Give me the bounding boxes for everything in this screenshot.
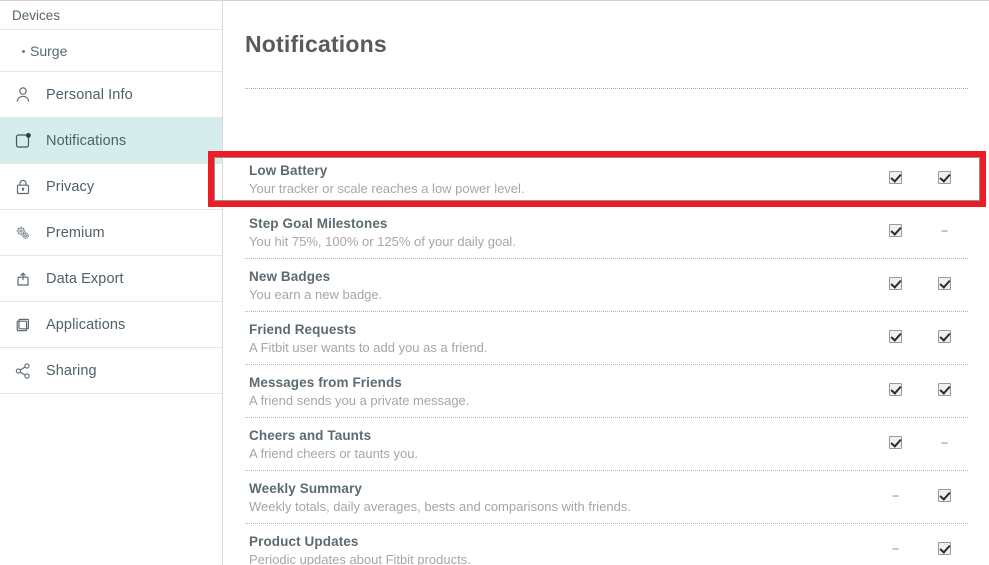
notification-title: Friend Requests xyxy=(249,322,357,337)
cell-mobile xyxy=(875,222,915,240)
cell-email xyxy=(924,381,964,399)
share-nodes-icon xyxy=(0,361,46,381)
title-divider xyxy=(245,88,968,89)
checkbox-mobile[interactable] xyxy=(888,277,902,291)
sidebar-empty-space xyxy=(0,394,222,565)
sidebar-item-label: Personal Info xyxy=(46,86,133,103)
notification-title: Messages from Friends xyxy=(249,375,402,390)
checkbox-mobile[interactable] xyxy=(888,224,902,238)
notification-description: Your tracker or scale reaches a low powe… xyxy=(249,181,525,196)
cell-mobile: -- xyxy=(875,540,915,558)
notification-rows: Low Battery Your tracker or scale reaches… xyxy=(245,153,968,565)
sidebar-item-data-export[interactable]: Data Export xyxy=(0,256,222,302)
sidebar-item-applications[interactable]: Applications xyxy=(0,302,222,348)
checkbox-mobile[interactable] xyxy=(888,383,902,397)
cell-email xyxy=(924,169,964,187)
cell-mobile xyxy=(875,381,915,399)
table-row: Cheers and Taunts A friend cheers or taun… xyxy=(245,418,968,471)
notification-description: You earn a new badge. xyxy=(249,287,383,302)
bullet-icon xyxy=(22,49,25,53)
cell-email xyxy=(924,328,964,346)
settings-sidebar: Devices Surge Personal Info Notification… xyxy=(0,1,223,565)
not-available-dash: -- xyxy=(941,223,948,238)
checkbox-mobile[interactable] xyxy=(888,171,902,185)
sidebar-item-label: Applications xyxy=(46,316,126,333)
column-headers: Mobile Email xyxy=(864,104,989,144)
settings-page: Devices Surge Personal Info Notification… xyxy=(0,0,989,565)
cell-mobile xyxy=(875,169,915,187)
cell-email xyxy=(924,487,964,505)
notification-title: Low Battery xyxy=(249,163,328,178)
sidebar-section-label: Devices xyxy=(12,7,61,23)
sidebar-item-label: Sharing xyxy=(46,362,97,379)
notification-description: A friend cheers or taunts you. xyxy=(249,446,419,461)
sidebar-item-privacy[interactable]: Privacy xyxy=(0,164,222,210)
cell-mobile xyxy=(875,275,915,293)
checkbox-email[interactable] xyxy=(937,277,951,291)
notification-description: Periodic updates about Fitbit products. xyxy=(249,552,471,565)
checkbox-email[interactable] xyxy=(937,171,951,185)
checkbox-email[interactable] xyxy=(937,542,951,556)
table-row: Friend Requests A Fitbit user wants to ad… xyxy=(245,312,968,365)
notification-square-icon xyxy=(0,131,46,151)
notification-description: A friend sends you a private message. xyxy=(249,393,470,408)
table-row: Weekly Summary Weekly totals, daily avera… xyxy=(245,471,968,524)
sidebar-item-personal-info[interactable]: Personal Info xyxy=(0,72,222,118)
sidebar-item-label: Privacy xyxy=(46,178,95,195)
not-available-dash: -- xyxy=(941,435,948,450)
notification-title: Step Goal Milestones xyxy=(249,216,388,231)
cell-mobile xyxy=(875,434,915,452)
notification-description: A Fitbit user wants to add you as a frie… xyxy=(249,340,488,355)
upload-box-icon xyxy=(0,269,46,289)
person-icon xyxy=(0,85,46,105)
not-available-dash: -- xyxy=(892,488,899,503)
notifications-panel: Notifications Mobile xyxy=(224,1,989,565)
gears-icon xyxy=(0,223,46,243)
notification-title: Weekly Summary xyxy=(249,481,362,496)
cell-email: -- xyxy=(924,434,964,452)
windows-stack-icon xyxy=(0,315,46,335)
sidebar-item-label: Notifications xyxy=(46,132,127,149)
checkbox-email[interactable] xyxy=(937,489,951,503)
table-row: New Badges You earn a new badge. xyxy=(245,259,968,312)
sidebar-item-label: Premium xyxy=(46,224,105,241)
cell-email xyxy=(924,540,964,558)
sidebar-section-devices: Devices xyxy=(0,1,222,30)
sidebar-item-surge[interactable]: Surge xyxy=(0,30,222,72)
table-row: Low Battery Your tracker or scale reaches… xyxy=(245,153,968,206)
notification-title: Cheers and Taunts xyxy=(249,428,372,443)
checkbox-email[interactable] xyxy=(937,383,951,397)
lock-icon xyxy=(0,177,46,197)
not-available-dash: -- xyxy=(892,541,899,556)
table-row: Product Updates Periodic updates about Fi… xyxy=(245,524,968,565)
cell-mobile: -- xyxy=(875,487,915,505)
table-row: Step Goal Milestones You hit 75%, 100% or… xyxy=(245,206,968,259)
sidebar-item-sharing[interactable]: Sharing xyxy=(0,348,222,394)
checkbox-mobile[interactable] xyxy=(888,330,902,344)
sidebar-item-premium[interactable]: Premium xyxy=(0,210,222,256)
page-title: Notifications xyxy=(245,31,387,57)
cell-email xyxy=(924,275,964,293)
checkbox-mobile[interactable] xyxy=(888,436,902,450)
notification-title: New Badges xyxy=(249,269,331,284)
notification-description: Weekly totals, daily averages, bests and… xyxy=(249,499,631,514)
notification-description: You hit 75%, 100% or 125% of your daily … xyxy=(249,234,516,249)
table-row: Messages from Friends A friend sends you … xyxy=(245,365,968,418)
sidebar-item-label: Data Export xyxy=(46,270,124,287)
sidebar-device-label: Surge xyxy=(30,42,68,59)
checkbox-email[interactable] xyxy=(937,330,951,344)
cell-email: -- xyxy=(924,222,964,240)
sidebar-item-notifications[interactable]: Notifications xyxy=(0,118,222,164)
cell-mobile xyxy=(875,328,915,346)
notification-title: Product Updates xyxy=(249,534,359,549)
